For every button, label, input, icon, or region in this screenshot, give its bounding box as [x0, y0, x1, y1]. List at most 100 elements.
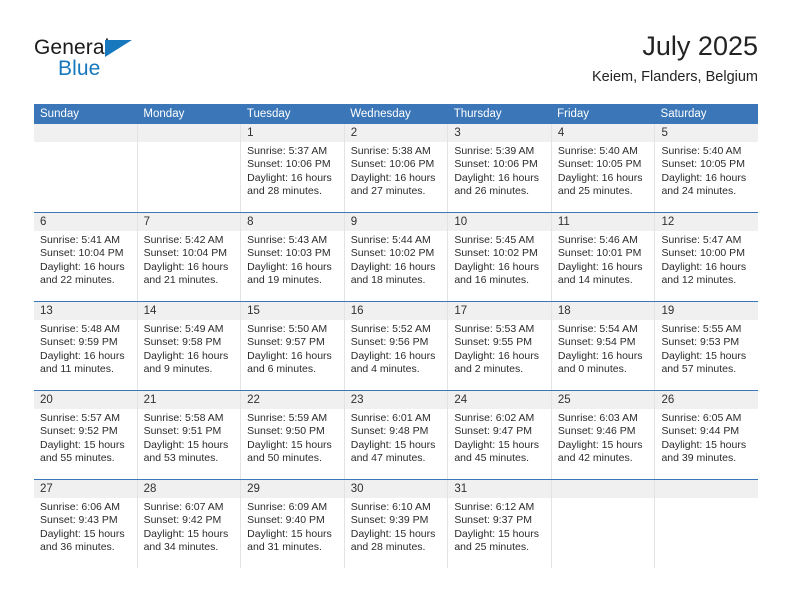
day-number[interactable]: 10 — [447, 213, 551, 231]
page-subtitle: Keiem, Flanders, Belgium — [591, 69, 758, 85]
day-cell[interactable]: Sunrise: 6:06 AM Sunset: 9:43 PM Daylight:… — [34, 498, 137, 568]
day-detail-line: and 21 minutes. — [143, 274, 219, 287]
day-detail-line: Daylight: 16 hours — [557, 260, 643, 273]
day-cell[interactable]: Sunrise: 5:53 AM Sunset: 9:55 PM Daylight:… — [447, 320, 551, 390]
day-cell[interactable]: Sunrise: 5:49 AM Sunset: 9:58 PM Daylight:… — [136, 320, 241, 390]
day-detail-line: and 16 minutes. — [454, 274, 530, 287]
day-number[interactable]: 31 — [447, 480, 551, 498]
day-detail-line: Sunset: 9:39 PM — [350, 514, 429, 527]
day-number[interactable]: 28 — [136, 480, 241, 498]
day-detail-line: and 12 minutes. — [661, 274, 737, 287]
day-number[interactable]: 25 — [550, 391, 655, 409]
day-number[interactable]: 14 — [136, 302, 241, 320]
day-cell[interactable]: Sunrise: 5:58 AM Sunset: 9:51 PM Daylight:… — [136, 409, 241, 479]
day-cell[interactable]: Sunrise: 6:05 AM Sunset: 9:44 PM Daylight:… — [654, 409, 758, 479]
day-number[interactable]: 24 — [447, 391, 551, 409]
day-number[interactable]: 18 — [550, 302, 655, 320]
day-detail-line: Sunrise: 5:42 AM — [143, 234, 224, 246]
day-number[interactable]: 4 — [550, 124, 655, 142]
day-detail-line: and 27 minutes. — [350, 185, 426, 198]
day-detail-line: Sunset: 9:54 PM — [557, 336, 636, 349]
day-cell[interactable]: Sunrise: 5:47 AM Sunset: 10:00 PM Daylight… — [654, 231, 758, 301]
day-detail-line: and 24 minutes. — [661, 185, 737, 198]
day-cell[interactable]: Sunrise: 5:54 AM Sunset: 9:54 PM Daylight:… — [550, 320, 655, 390]
day-cell[interactable]: Sunrise: 6:07 AM Sunset: 9:42 PM Daylight:… — [136, 498, 241, 568]
day-cell[interactable]: Sunrise: 5:38 AM Sunset: 10:06 PM Daylight… — [343, 142, 448, 212]
day-number[interactable]: 15 — [240, 302, 344, 320]
day-number[interactable]: 11 — [550, 213, 655, 231]
weekday-header-saturday: Saturday — [660, 108, 707, 120]
day-detail-line: and 25 minutes. — [454, 541, 530, 554]
day-number[interactable]: 5 — [654, 124, 758, 142]
day-number[interactable]: 7 — [136, 213, 241, 231]
day-detail-line: Sunrise: 5:39 AM — [454, 145, 535, 157]
day-number[interactable]: 13 — [34, 302, 137, 320]
day-cell[interactable]: Sunrise: 5:52 AM Sunset: 9:56 PM Daylight:… — [343, 320, 448, 390]
day-detail-line: Sunset: 10:03 PM — [247, 247, 331, 260]
day-cell[interactable]: Sunrise: 6:01 AM Sunset: 9:48 PM Daylight:… — [343, 409, 448, 479]
day-detail-line: and 47 minutes. — [350, 452, 426, 465]
day-detail-line: Sunrise: 5:38 AM — [350, 145, 431, 157]
day-detail-line: Sunset: 10:06 PM — [247, 158, 331, 171]
day-number[interactable]: 6 — [34, 213, 137, 231]
day-cell[interactable]: Sunrise: 5:45 AM Sunset: 10:02 PM Daylight… — [447, 231, 551, 301]
week-date-numbers: 27 28 29 30 31 — [34, 480, 758, 498]
day-number[interactable]: 20 — [34, 391, 137, 409]
day-detail-line: Daylight: 16 hours — [454, 171, 539, 184]
day-detail-line: Sunrise: 6:06 AM — [40, 501, 120, 513]
day-cell[interactable]: Sunrise: 5:59 AM Sunset: 9:50 PM Daylight:… — [240, 409, 344, 479]
day-cell[interactable]: Sunrise: 6:09 AM Sunset: 9:40 PM Daylight:… — [240, 498, 344, 568]
week-day-bodies: Sunrise: 5:48 AM Sunset: 9:59 PM Daylight:… — [34, 320, 758, 390]
day-number[interactable]: 22 — [240, 391, 344, 409]
day-detail-line: Sunset: 9:51 PM — [143, 425, 222, 438]
day-number[interactable]: 3 — [447, 124, 551, 142]
day-cell[interactable]: Sunrise: 5:50 AM Sunset: 9:57 PM Daylight:… — [240, 320, 344, 390]
day-number[interactable]: 1 — [240, 124, 344, 142]
day-cell[interactable]: Sunrise: 5:40 AM Sunset: 10:05 PM Daylight… — [654, 142, 758, 212]
day-cell[interactable]: Sunrise: 5:37 AM Sunset: 10:06 PM Daylight… — [240, 142, 344, 212]
day-detail-line: and 4 minutes. — [350, 363, 420, 376]
day-detail-line: Daylight: 16 hours — [557, 171, 643, 184]
day-detail-line: Sunrise: 5:46 AM — [557, 234, 638, 246]
day-detail-line: Daylight: 16 hours — [557, 349, 643, 362]
day-number[interactable]: 9 — [343, 213, 448, 231]
week-date-numbers: 13 14 15 16 17 18 19 — [34, 302, 758, 320]
day-cell[interactable]: Sunrise: 5:42 AM Sunset: 10:04 PM Daylight… — [136, 231, 241, 301]
day-cell[interactable]: Sunrise: 6:12 AM Sunset: 9:37 PM Daylight:… — [447, 498, 551, 568]
day-number[interactable]: 8 — [240, 213, 344, 231]
logo-text-blue: Blue — [58, 57, 101, 80]
day-cell[interactable]: Sunrise: 5:57 AM Sunset: 9:52 PM Daylight:… — [34, 409, 137, 479]
weekday-header-wednesday: Wednesday — [350, 108, 411, 120]
day-number[interactable]: 16 — [343, 302, 448, 320]
day-cell[interactable]: Sunrise: 5:43 AM Sunset: 10:03 PM Daylight… — [240, 231, 344, 301]
day-detail-line: Sunset: 9:44 PM — [661, 425, 740, 438]
day-number[interactable]: 26 — [654, 391, 758, 409]
day-number[interactable]: 27 — [34, 480, 137, 498]
day-cell[interactable]: Sunrise: 6:02 AM Sunset: 9:47 PM Daylight:… — [447, 409, 551, 479]
day-cell[interactable]: Sunrise: 5:48 AM Sunset: 9:59 PM Daylight:… — [34, 320, 137, 390]
day-number[interactable]: 21 — [136, 391, 241, 409]
day-cell[interactable]: Sunrise: 5:46 AM Sunset: 10:01 PM Daylight… — [550, 231, 655, 301]
calendar-weeks: 1 2 3 4 5 Sunrise: 5:37 AM Sunset: 10:06 PM Day… — [34, 124, 758, 568]
day-number[interactable]: 30 — [343, 480, 448, 498]
day-cell[interactable]: Sunrise: 6:03 AM Sunset: 9:46 PM Daylight:… — [550, 409, 655, 479]
day-number[interactable]: 2 — [343, 124, 448, 142]
day-number[interactable]: 19 — [654, 302, 758, 320]
day-detail-line: Daylight: 15 hours — [557, 438, 643, 451]
day-detail-line: Sunrise: 6:12 AM — [454, 501, 535, 513]
day-cell[interactable]: Sunrise: 5:39 AM Sunset: 10:06 PM Daylight… — [447, 142, 551, 212]
day-cell[interactable]: Sunrise: 5:41 AM Sunset: 10:04 PM Daylight… — [34, 231, 137, 301]
day-number[interactable]: 17 — [447, 302, 551, 320]
day-number[interactable]: 12 — [654, 213, 758, 231]
day-detail-line: Daylight: 15 hours — [40, 527, 125, 540]
day-cell-empty — [136, 142, 241, 212]
day-detail-line: Sunrise: 5:50 AM — [247, 323, 328, 335]
day-number[interactable]: 23 — [343, 391, 448, 409]
day-cell[interactable]: Sunrise: 5:40 AM Sunset: 10:05 PM Daylight… — [550, 142, 655, 212]
day-cell[interactable]: Sunrise: 5:55 AM Sunset: 9:53 PM Daylight:… — [654, 320, 758, 390]
logo-triangle-icon — [105, 40, 132, 57]
page-header: General Blue July 2025 Keiem, Flanders, … — [34, 30, 758, 98]
day-cell[interactable]: Sunrise: 5:44 AM Sunset: 10:02 PM Daylight… — [343, 231, 448, 301]
day-number[interactable]: 29 — [240, 480, 344, 498]
day-cell[interactable]: Sunrise: 6:10 AM Sunset: 9:39 PM Daylight:… — [343, 498, 448, 568]
